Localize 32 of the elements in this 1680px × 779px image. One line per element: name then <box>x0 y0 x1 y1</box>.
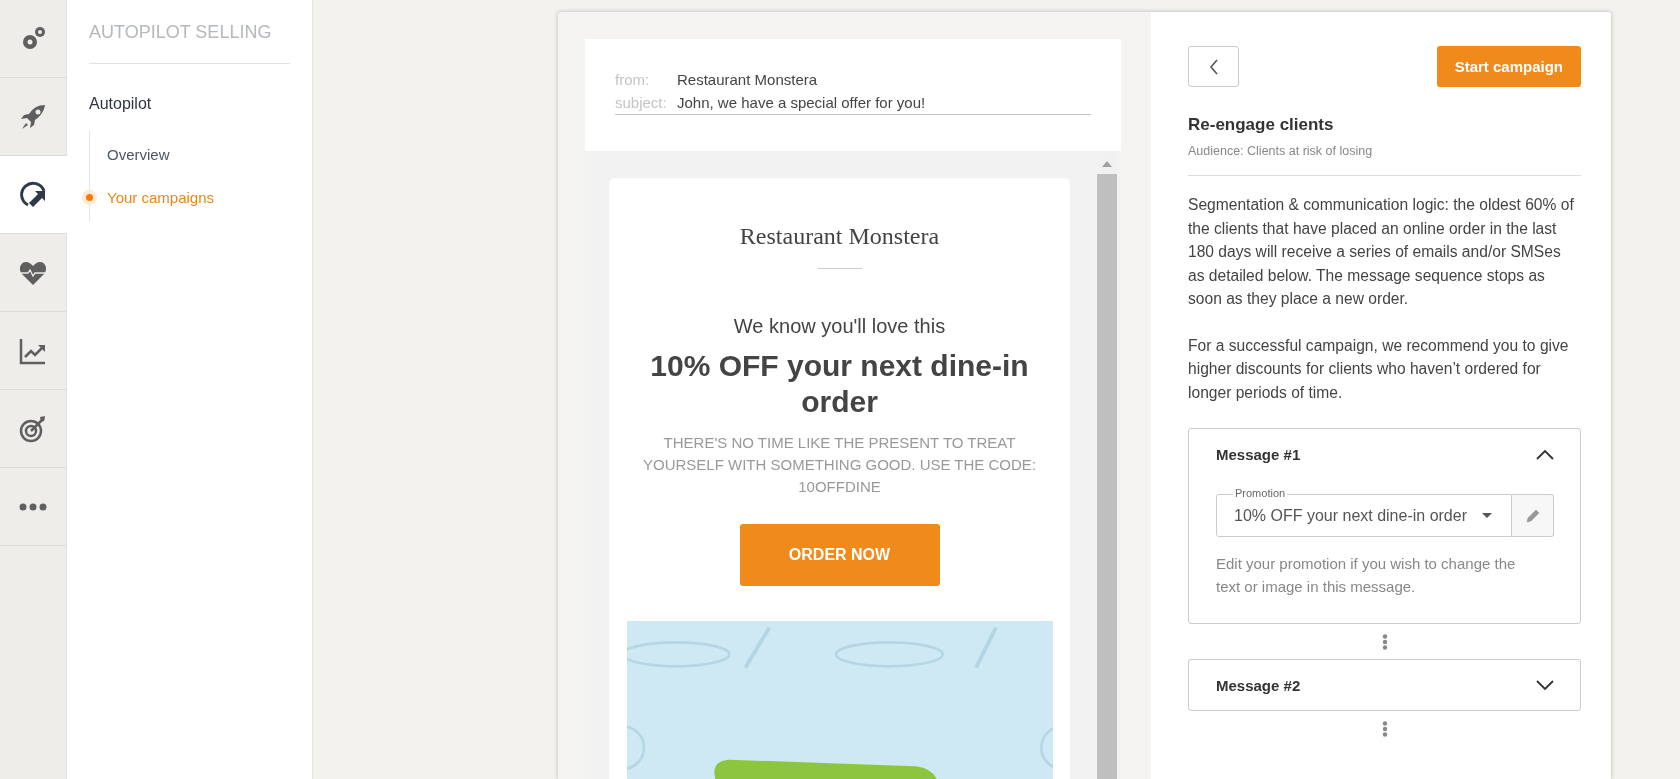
start-campaign-button[interactable]: Start campaign <box>1436 46 1581 87</box>
campaign-title: Re-engage clients <box>1188 115 1335 135</box>
promotion-dropdown[interactable]: Promotion 10% OFF your next dine-in order <box>1216 486 1512 537</box>
from-label: from: <box>615 70 651 90</box>
vertical-dots-icon <box>1381 633 1388 650</box>
section-title: AUTOPILOT SELLING <box>89 22 273 43</box>
nav-item[interactable]: Your campaigns <box>107 189 214 206</box>
more-icon <box>19 502 47 511</box>
offer-text: THERE'S NO TIME LIKE THE PRESENT TO TREAT YOURSELF WITH SOMETHING GOOD. USE THE CODE: 10OFFDINE <box>641 433 1038 497</box>
target-icon <box>18 413 48 444</box>
restaurant-name: Restaurant Monstera <box>739 223 940 250</box>
offer-headline: 10% OFF your next dine-in order <box>649 348 1030 420</box>
message-title: Message #1 <box>1216 445 1301 463</box>
sender-name: Restaurant Monstera <box>677 70 818 90</box>
nav-group-label: Autopilot <box>89 95 153 113</box>
message-title: Message #2 <box>1216 676 1301 694</box>
pencil-icon <box>1524 507 1541 524</box>
description-paragraph: Segmentation & communication logic: the oldest 60% of the clients that have placed an online order in the last 180 days will receive a series of emails and/or SMSes as detailed below. The message sequence stops as soon as they place a new order. <box>1188 195 1575 309</box>
order-now-button[interactable]: ORDER NOW <box>739 524 940 586</box>
description-paragraph: For a successful campaign, we recommend you to give higher discounts for clients who haven’t ordered for longer periods of time. <box>1188 335 1570 403</box>
chevron-down-icon[interactable] <box>1536 679 1554 691</box>
vertical-dots-icon <box>1381 720 1388 737</box>
chevron-up-icon[interactable] <box>1536 448 1554 460</box>
dropdown-caret-icon <box>1482 513 1492 518</box>
promotion-hint: Edit your promotion if you wish to change the text or image in this message. <box>1216 554 1517 597</box>
edit-button[interactable] <box>1512 494 1554 537</box>
email-intro: We know you'll love this <box>733 315 946 338</box>
chevron-left-icon <box>1208 58 1219 75</box>
audience-text: Audience: Clients at risk of losing <box>1188 144 1374 158</box>
email-subject: John, we have a special offer for you! <box>677 93 926 113</box>
nav-item[interactable]: Overview <box>107 146 170 163</box>
subject-label: subject: <box>615 93 668 113</box>
